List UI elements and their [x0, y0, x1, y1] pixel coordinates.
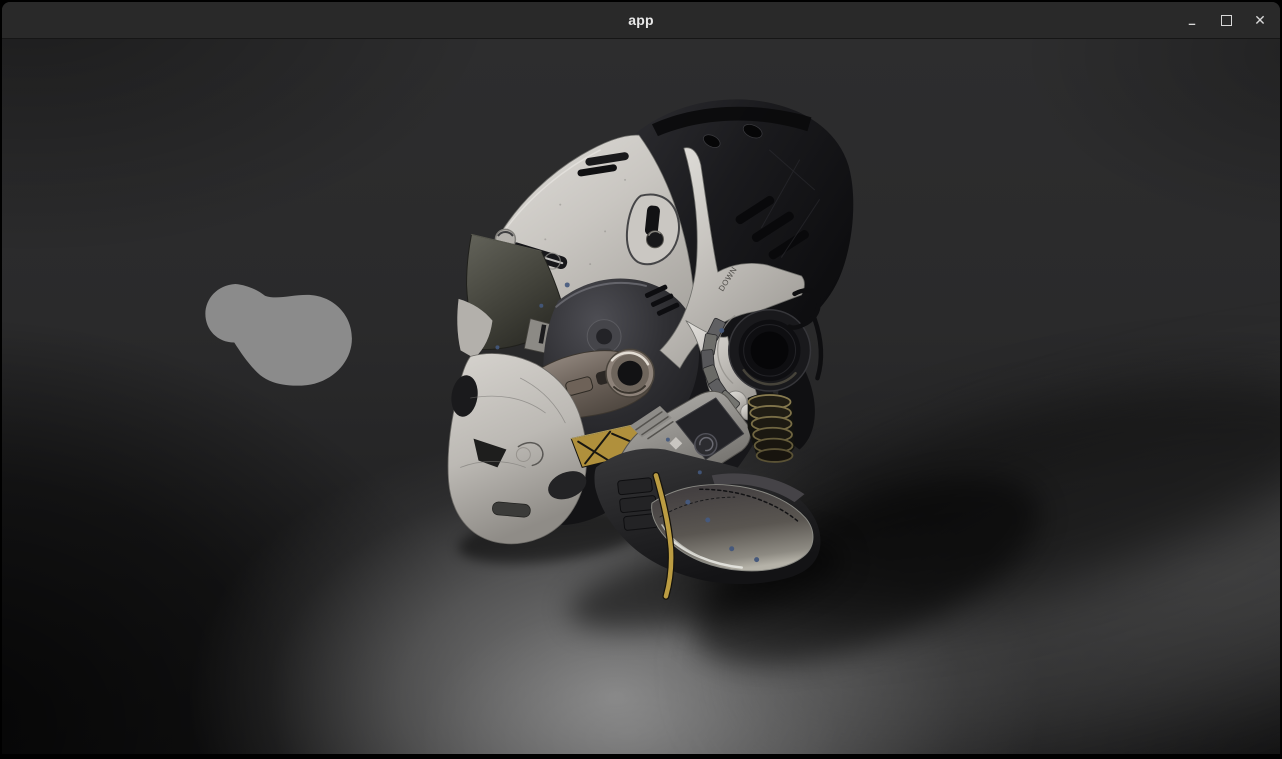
maximize-icon [1221, 15, 1232, 26]
visor-port-center [596, 329, 612, 345]
scene-canvas: DOWN [2, 39, 1280, 754]
close-button[interactable]: ✕ [1248, 8, 1272, 32]
viewport-3d[interactable]: DOWN [2, 39, 1280, 757]
coil-spring [748, 393, 795, 462]
minimize-button[interactable]: – [1180, 5, 1204, 35]
titlebar[interactable]: app – ✕ [2, 2, 1280, 39]
app-window: app – ✕ [0, 0, 1282, 759]
window-title: app [628, 12, 654, 28]
ear-ring [729, 310, 811, 391]
helmet-model[interactable]: DOWN [448, 99, 853, 596]
maximize-button[interactable] [1214, 8, 1238, 32]
light-gizmo-blob[interactable] [205, 284, 352, 386]
keyhole-circle [646, 231, 663, 248]
window-controls: – ✕ [1180, 2, 1272, 38]
